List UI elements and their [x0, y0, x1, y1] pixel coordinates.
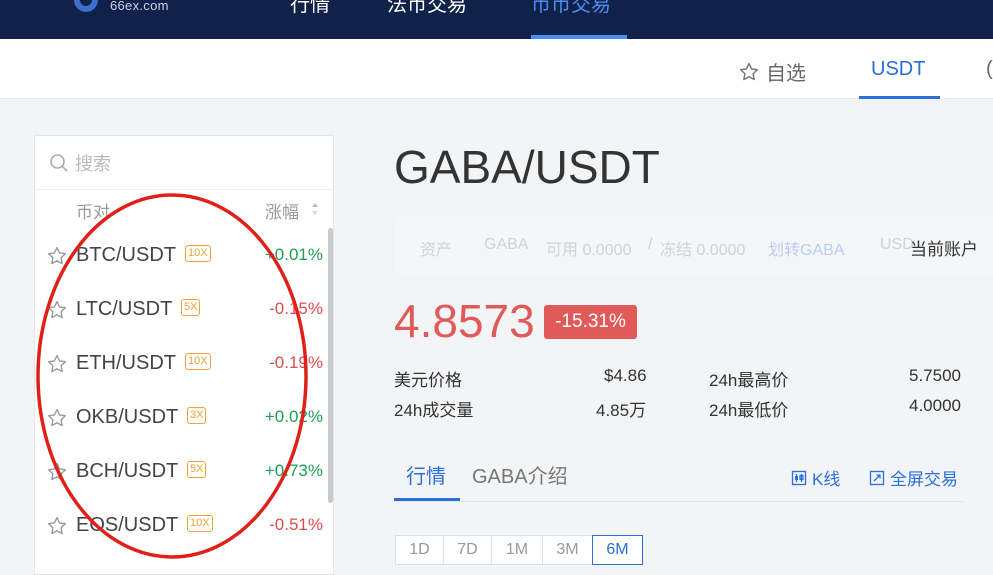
search-icon — [50, 153, 68, 172]
column-header-change[interactable]: 涨幅 — [265, 198, 299, 223]
pair-change: +0.01% — [264, 245, 323, 264]
tab-usdt-indicator — [859, 96, 940, 99]
asset-label: 资产 — [420, 242, 453, 259]
star-icon[interactable] — [46, 245, 68, 267]
period-3m[interactable]: 3M — [542, 535, 593, 565]
usd-price-label: 美元价格 — [394, 371, 462, 390]
volume-24h-label: 24h成交量 — [394, 401, 474, 420]
tabs-divider — [394, 501, 964, 502]
kline-icon — [791, 470, 807, 485]
transfer-link[interactable]: 划转GABA — [768, 236, 844, 260]
market-tabs-bar: 自选 USDT ( — [0, 39, 993, 99]
pair-change: -0.15% — [269, 299, 323, 318]
column-header-pair: 币对 — [76, 203, 110, 222]
pair-row[interactable]: ETH/USDT 10X -0.19% — [35, 338, 325, 392]
low-24h-label: 24h最低价 — [709, 401, 789, 420]
top-header: 66ex.com 行情 法币交易 币币交易 — [0, 0, 993, 39]
logo-icon[interactable] — [74, 0, 98, 12]
star-icon[interactable] — [46, 299, 68, 321]
high-24h-label: 24h最高价 — [709, 371, 789, 390]
current-account-label: 当前账户 — [910, 240, 978, 259]
asset-coin: GABA — [484, 236, 529, 253]
pair-name: OKB/USDT — [76, 406, 179, 428]
kline-button[interactable]: K线 — [791, 465, 840, 490]
high-24h-value: 5.7500 — [909, 366, 961, 385]
tab-usdt[interactable]: USDT — [871, 58, 925, 81]
volume-24h-value: 4.85万 — [596, 401, 647, 420]
account-balance-bar: 资产 GABA 可用 0.0000 / 冻结 0.0000 划转GABA USD… — [394, 215, 993, 275]
pair-row[interactable]: BTC/USDT 10X +0.01% — [35, 230, 325, 284]
tab-market[interactable]: 行情 — [406, 460, 446, 489]
pair-row[interactable]: LTC/USDT 5X -0.15% — [35, 284, 325, 338]
search-input[interactable]: 搜索 — [35, 136, 333, 190]
pair-row[interactable]: BCH/USDT 5X +0.73% — [35, 446, 325, 500]
star-icon[interactable] — [46, 353, 68, 375]
tab-next-partial[interactable]: ( — [986, 58, 993, 81]
period-7d[interactable]: 7D — [443, 535, 492, 565]
pair-name: LTC/USDT — [76, 298, 173, 320]
pair-name: BCH/USDT — [76, 460, 179, 482]
tab-favorites-label: 自选 — [766, 63, 806, 85]
fullscreen-icon — [869, 470, 885, 485]
change-badge: -15.31% — [544, 305, 637, 339]
star-icon[interactable] — [46, 515, 68, 537]
star-icon[interactable] — [46, 461, 68, 483]
last-price: 4.8573 — [394, 295, 535, 347]
tab-active-indicator — [394, 498, 460, 501]
pair-row[interactable]: EOS/USDT 10X -0.51% — [35, 500, 325, 554]
nav-spot-trade[interactable]: 币币交易 — [531, 0, 611, 17]
period-1d[interactable]: 1D — [395, 535, 444, 565]
pair-change: -0.19% — [269, 353, 323, 372]
star-icon — [739, 62, 759, 80]
nav-fiat-trade[interactable]: 法币交易 — [387, 0, 467, 17]
low-24h-value: 4.0000 — [909, 396, 961, 415]
balance-separator: / — [648, 236, 653, 253]
available-balance: 可用 0.0000 — [546, 242, 632, 259]
tab-gaba-intro[interactable]: GABA介绍 — [472, 460, 568, 489]
quote-coin: USD — [880, 236, 914, 253]
pair-name: EOS/USDT — [76, 514, 179, 536]
pair-change: +0.73% — [264, 461, 323, 480]
pair-change: -0.51% — [269, 515, 323, 534]
search-placeholder: 搜索 — [75, 153, 111, 174]
logo-text[interactable]: 66ex.com — [110, 0, 169, 13]
pair-row[interactable]: OKB/USDT 3X +0.02% — [35, 392, 325, 446]
page-title: GABA/USDT — [394, 141, 660, 193]
pair-list-panel: 搜索 币对 涨幅 BTC/USDT 10X +0.01% LTC/USDT 5X… — [34, 135, 334, 575]
leverage-badge: 5X — [181, 299, 201, 316]
pair-name: ETH/USDT — [76, 352, 176, 374]
sort-icon[interactable] — [311, 202, 319, 216]
pair-name: BTC/USDT — [76, 244, 176, 266]
leverage-badge: 10X — [185, 245, 211, 262]
leverage-badge: 5X — [187, 461, 207, 478]
usd-price-value: $4.86 — [604, 366, 647, 385]
leverage-badge: 10X — [185, 353, 211, 370]
nav-market[interactable]: 行情 — [290, 0, 330, 17]
kline-label: K线 — [812, 470, 841, 489]
leverage-badge: 3X — [187, 407, 207, 424]
pair-change: +0.02% — [264, 407, 323, 426]
leverage-badge: 10X — [187, 515, 213, 532]
period-6m[interactable]: 6M — [592, 535, 643, 565]
period-1m[interactable]: 1M — [491, 535, 543, 565]
pair-list-scrollbar[interactable] — [328, 228, 333, 503]
frozen-balance: 冻结 0.0000 — [660, 242, 746, 259]
fullscreen-label: 全屏交易 — [890, 470, 958, 489]
star-icon[interactable] — [46, 407, 68, 429]
fullscreen-trade-button[interactable]: 全屏交易 — [869, 465, 958, 490]
tab-favorites[interactable]: 自选 — [738, 57, 806, 86]
